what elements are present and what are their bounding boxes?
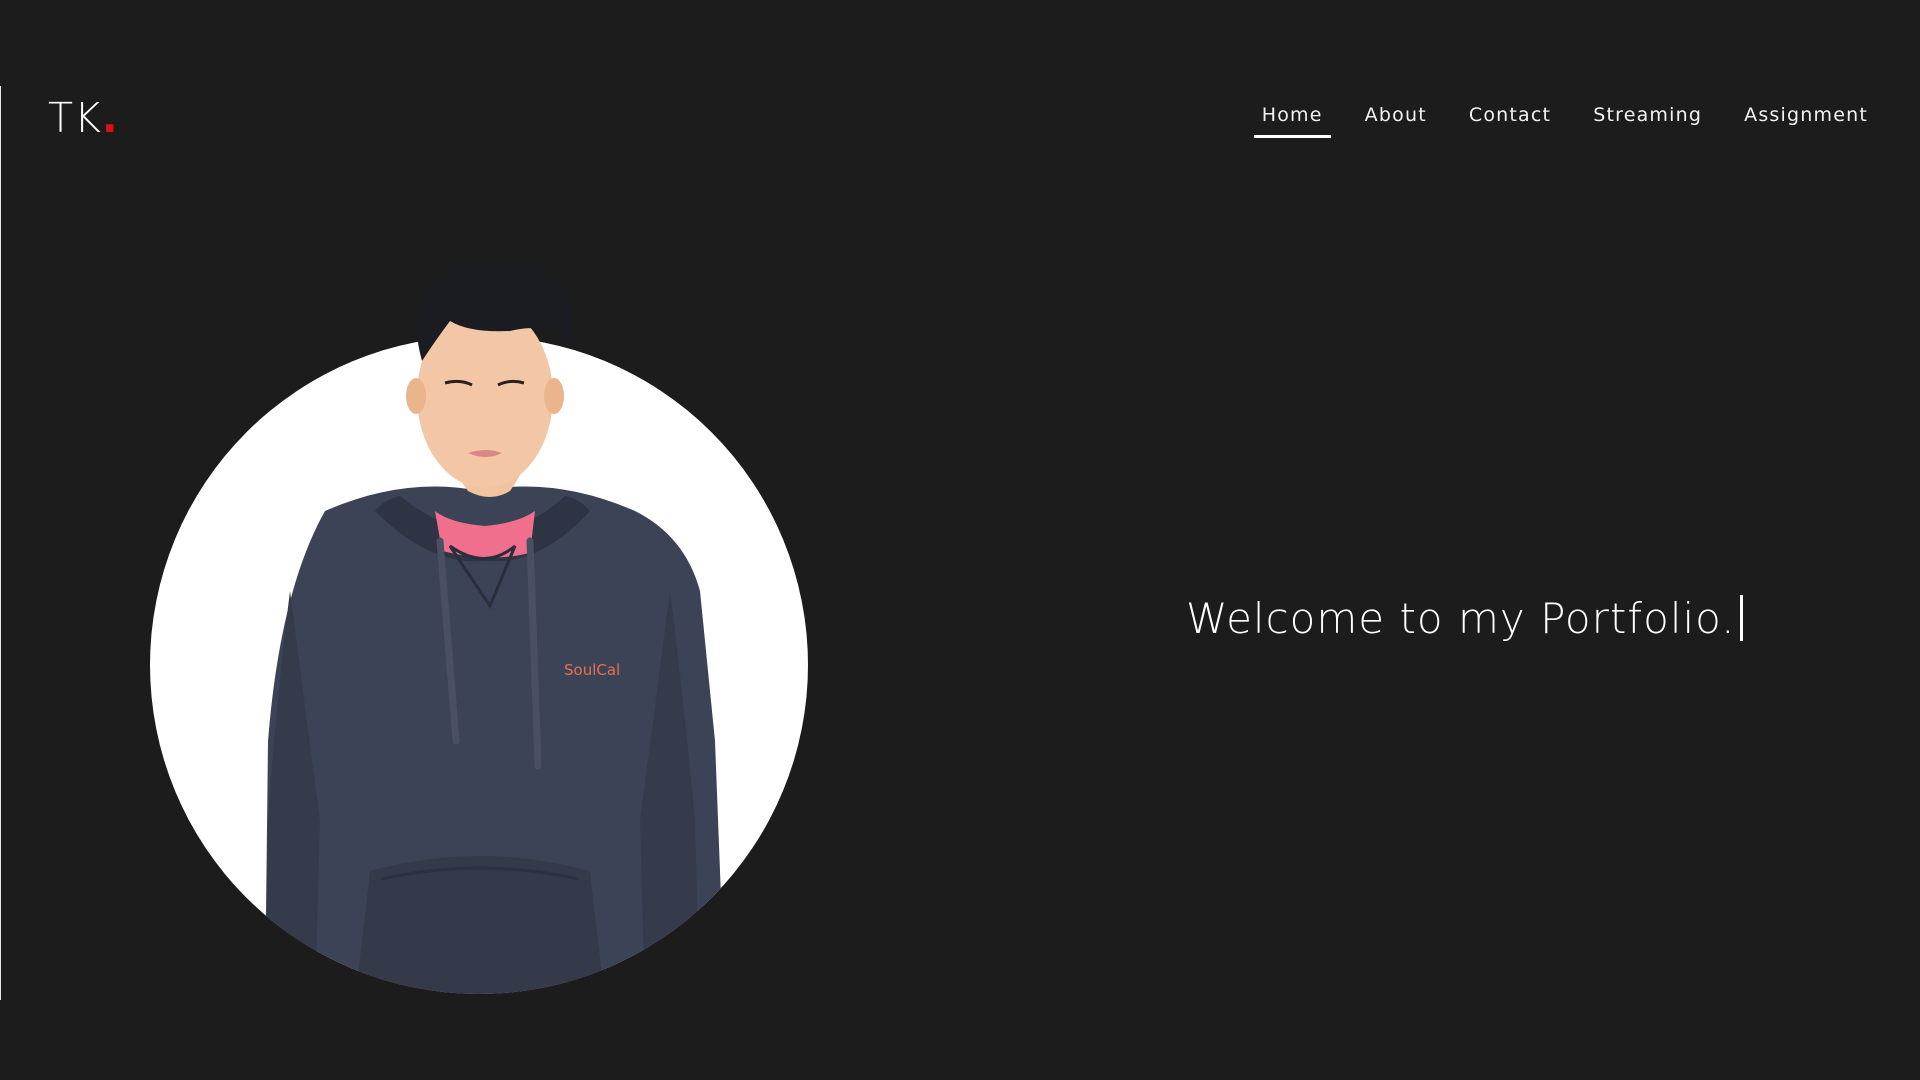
nav-home[interactable]: Home: [1253, 98, 1331, 138]
main-nav: Home About Contact Streaming Assignment: [1253, 98, 1868, 140]
site-logo[interactable]: TK.: [48, 94, 119, 142]
nav-about[interactable]: About: [1365, 98, 1427, 138]
typing-cursor: [1739, 595, 1743, 641]
left-border-line: [0, 86, 1, 1000]
person-ear-left: [406, 378, 426, 414]
nav-contact[interactable]: Contact: [1469, 98, 1551, 138]
person-ear-right: [544, 378, 564, 414]
nav-assignment[interactable]: Assignment: [1744, 98, 1868, 138]
welcome-text: Welcome to my Portfolio.: [1186, 594, 1736, 643]
logo-text: TK: [48, 94, 102, 142]
logo-dot: .: [101, 94, 119, 142]
hoodie-brand-text: SoulCal: [564, 661, 620, 679]
person-body: [265, 486, 725, 994]
nav-streaming[interactable]: Streaming: [1593, 98, 1702, 138]
profile-photo: SoulCal: [150, 261, 808, 994]
welcome-heading: Welcome to my Portfolio.: [1186, 594, 1743, 643]
